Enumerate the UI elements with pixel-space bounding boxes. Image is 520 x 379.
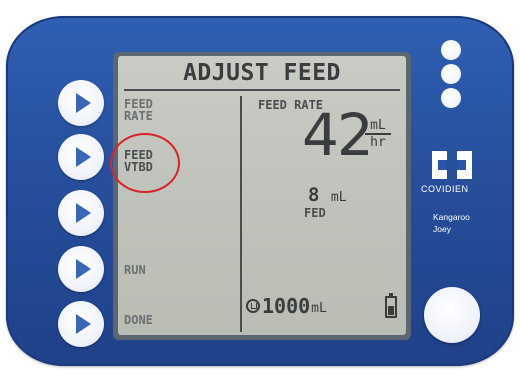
brand-name: COVIDIEN: [421, 184, 469, 194]
covidien-logo-icon: [432, 151, 472, 179]
fed-unit: mL: [330, 190, 347, 205]
model-name-text: Kangaroo Joey: [433, 212, 470, 234]
volume-readout: 1000 mL: [246, 294, 327, 318]
play-triangle-icon: [76, 314, 91, 334]
play-triangle-icon: [76, 259, 91, 279]
feed-rate-unit: mL hr: [365, 118, 391, 151]
play-triangle-icon: [76, 93, 91, 113]
softkey-5-button[interactable]: [58, 301, 104, 347]
highlight-annotation-ring: [110, 133, 180, 193]
softkey-2-button[interactable]: [58, 134, 104, 180]
fed-amount: 8 mL: [308, 184, 347, 206]
softkey-4-button[interactable]: [58, 246, 104, 292]
fed-label: FED: [304, 206, 326, 220]
play-triangle-icon: [76, 203, 91, 223]
fed-value: 8: [308, 184, 320, 206]
title-divider: [124, 89, 400, 91]
feed-rate-value: 42: [302, 101, 374, 169]
volume-unit: mL: [311, 300, 327, 316]
indicator-light-3: [441, 88, 461, 108]
softkey-1-button[interactable]: [58, 80, 104, 126]
lcd-screen: ADJUST FEED FEED RATE FEED VTBD RUN DONE…: [118, 56, 406, 335]
menu-label-run: RUN: [124, 263, 146, 277]
power-button[interactable]: [424, 287, 480, 343]
battery-icon: [385, 293, 397, 318]
softkey-3-button[interactable]: [58, 190, 104, 236]
feed-rate-unit-denominator: hr: [370, 135, 386, 150]
indicator-light-1: [441, 40, 461, 60]
indicator-light-2: [441, 64, 461, 84]
volume-reservoir-icon: [246, 299, 260, 313]
menu-label-feed-rate: FEED RATE: [124, 97, 153, 123]
menu-label-done: DONE: [124, 313, 153, 327]
volume-value: 1000: [262, 294, 311, 318]
menu-divider: [240, 96, 242, 332]
screen-title: ADJUST FEED: [183, 60, 341, 86]
play-triangle-icon: [76, 147, 91, 167]
model-name: Kangaroo Joey: [433, 211, 493, 235]
feed-rate-unit-numerator: mL: [365, 118, 391, 135]
